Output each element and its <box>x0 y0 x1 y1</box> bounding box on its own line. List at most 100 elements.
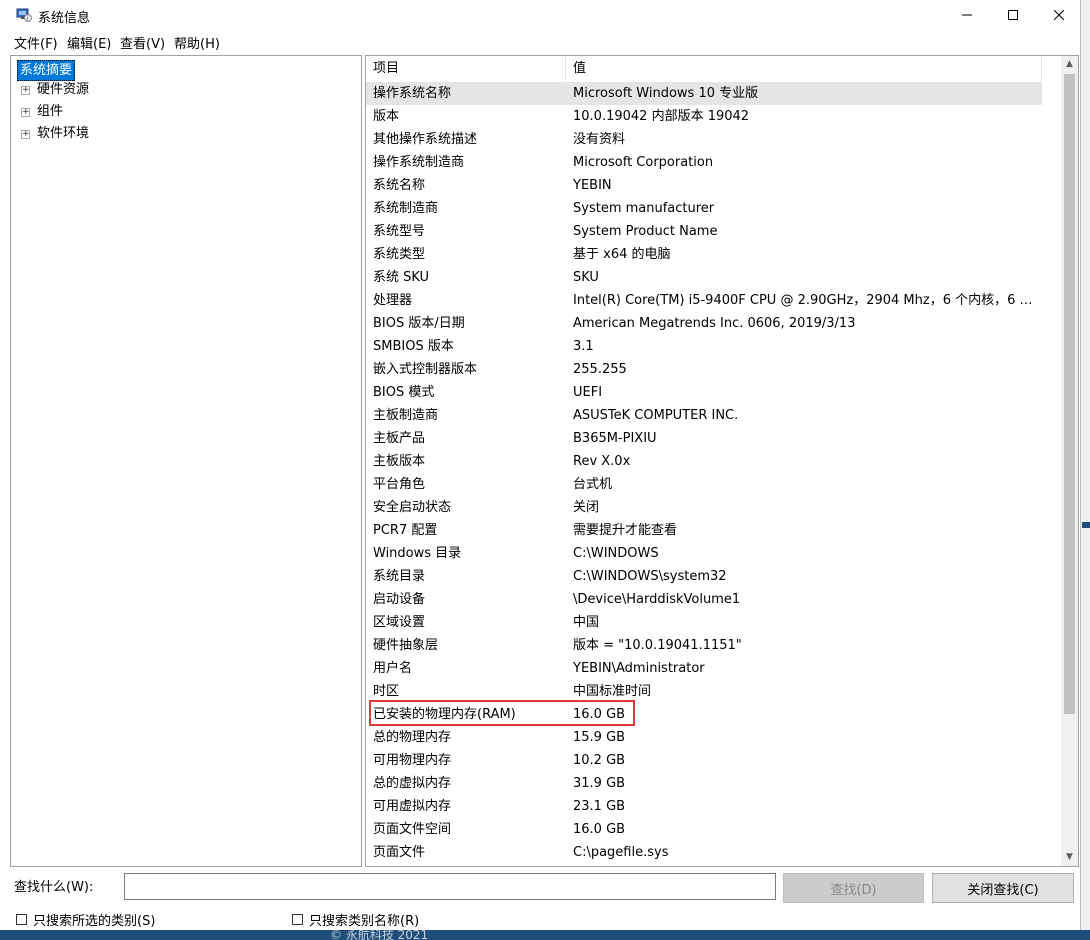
category-tree[interactable]: 系统摘要 + 硬件资源 + 组件 + 软件环境 <box>10 55 362 867</box>
table-row[interactable]: BIOS 版本/日期 American Megatrends Inc. 0606,… <box>366 312 1042 335</box>
scroll-down-icon[interactable]: ▼ <box>1061 849 1078 866</box>
row-item-value: C:\WINDOWS <box>573 546 659 561</box>
table-row[interactable]: 系统类型 基于 x64 的电脑 <box>366 243 1042 266</box>
table-row[interactable]: 嵌入式控制器版本 255.255 <box>366 358 1042 381</box>
watermark-text: © 永航科技 2021 <box>330 930 429 940</box>
row-item-value: 没有资料 <box>573 132 626 147</box>
table-row[interactable]: 处理器 Intel(R) Core(TM) i5-9400F CPU @ 2.90… <box>366 289 1042 312</box>
background-taskbar: © 永航科技 2021 <box>0 930 1090 940</box>
system-info-icon: i <box>16 8 32 23</box>
row-item-value: 关闭 <box>573 500 600 515</box>
table-row[interactable]: 页面文件空间 16.0 GB <box>366 818 1042 841</box>
row-item-value: 10.0.19042 内部版本 19042 <box>573 109 750 124</box>
row-item-value: 23.1 GB <box>573 799 626 814</box>
row-item-name: PCR7 配置 <box>373 523 438 538</box>
row-item-value: 16.0 GB <box>573 822 626 837</box>
find-label: 查找什么(W): <box>14 880 94 895</box>
menu-edit[interactable]: 编辑(E) <box>67 33 111 52</box>
row-item-name: 区域设置 <box>373 615 426 630</box>
row-item-value: C:\pagefile.sys <box>573 845 669 860</box>
menu-help[interactable]: 帮助(H) <box>174 33 220 52</box>
row-item-name: 系统 SKU <box>373 270 430 285</box>
title-bar: i 系统信息 <box>0 0 1080 30</box>
tree-item-label: 组件 <box>37 104 64 119</box>
column-header-value[interactable]: 值 <box>566 56 1042 82</box>
tree-item-label: 软件环境 <box>37 126 90 141</box>
minimize-button[interactable] <box>944 0 990 30</box>
menu-view[interactable]: 查看(V) <box>120 33 165 52</box>
checkbox-label: 只搜索类别名称(R) <box>309 914 420 929</box>
table-row[interactable]: 主板版本 Rev X.0x <box>366 450 1042 473</box>
scrollbar-thumb[interactable] <box>1064 74 1075 714</box>
find-button[interactable]: 查找(D) <box>783 873 924 903</box>
row-item-name: 其他操作系统描述 <box>373 132 478 147</box>
vertical-scrollbar[interactable]: ▲ ▼ <box>1061 56 1078 866</box>
row-item-name: 主板制造商 <box>373 408 439 423</box>
close-button[interactable] <box>1036 0 1082 30</box>
row-item-name: 操作系统制造商 <box>373 155 465 170</box>
row-item-value: Microsoft Windows 10 专业版 <box>573 86 759 101</box>
row-item-value: YEBIN <box>573 178 612 193</box>
details-table[interactable]: 项目 值 操作系统名称 Microsoft Windows 10 专业版 版本 10.… <box>365 55 1079 867</box>
search-category-names-checkbox[interactable]: 只搜索类别名称(R) <box>292 910 419 929</box>
row-item-name: 用户名 <box>373 661 413 676</box>
column-header-item[interactable]: 项目 <box>366 56 566 82</box>
table-row[interactable]: 可用虚拟内存 23.1 GB <box>366 795 1042 818</box>
row-item-value: 中国 <box>573 615 600 630</box>
row-item-name: 安全启动状态 <box>373 500 452 515</box>
table-row[interactable]: 主板制造商 ASUSTeK COMPUTER INC. <box>366 404 1042 427</box>
row-item-name: 硬件抽象层 <box>373 638 439 653</box>
row-item-name: 启动设备 <box>373 592 426 607</box>
table-row[interactable]: 启动设备 \Device\HarddiskVolume1 <box>366 588 1042 611</box>
table-row[interactable]: 系统目录 C:\WINDOWS\system32 <box>366 565 1042 588</box>
search-selected-category-checkbox[interactable]: 只搜索所选的类别(S) <box>16 910 155 929</box>
tree-item-system-summary[interactable]: 系统摘要 <box>17 60 76 81</box>
menu-bar: 文件(F) 编辑(E) 查看(V) 帮助(H) <box>0 30 1080 52</box>
table-row[interactable]: 用户名 YEBIN\Administrator <box>366 657 1042 680</box>
table-row[interactable]: 系统名称 YEBIN <box>366 174 1042 197</box>
table-row[interactable]: PCR7 配置 需要提升才能查看 <box>366 519 1042 542</box>
table-row[interactable]: 可用物理内存 10.2 GB <box>366 749 1042 772</box>
checkbox-icon[interactable] <box>16 914 27 925</box>
table-row[interactable]: Windows 目录 C:\WINDOWS <box>366 542 1042 565</box>
expand-icon[interactable]: + <box>21 108 30 117</box>
row-item-name: 主板版本 <box>373 454 426 469</box>
table-row[interactable]: 总的物理内存 15.9 GB <box>366 726 1042 749</box>
table-row[interactable]: SMBIOS 版本 3.1 <box>366 335 1042 358</box>
table-row[interactable]: 区域设置 中国 <box>366 611 1042 634</box>
row-item-name: SMBIOS 版本 <box>373 339 454 354</box>
table-row[interactable]: 主板产品 B365M-PIXIU <box>366 427 1042 450</box>
row-item-name: 系统制造商 <box>373 201 439 216</box>
row-item-name: 主板产品 <box>373 431 426 446</box>
table-row[interactable]: 硬件抽象层 版本 = "10.0.19041.1151" <box>366 634 1042 657</box>
table-row[interactable]: 版本 10.0.19042 内部版本 19042 <box>366 105 1042 128</box>
close-find-button[interactable]: 关闭查找(C) <box>932 873 1074 903</box>
scroll-up-icon[interactable]: ▲ <box>1061 56 1078 73</box>
menu-file[interactable]: 文件(F) <box>14 33 58 52</box>
minimize-icon <box>962 14 972 16</box>
table-row[interactable]: 操作系统制造商 Microsoft Corporation <box>366 151 1042 174</box>
row-item-value: 3.1 <box>573 339 594 354</box>
row-item-name: 总的虚拟内存 <box>373 776 452 791</box>
expand-icon[interactable]: + <box>21 86 30 95</box>
maximize-button[interactable] <box>990 0 1036 30</box>
row-item-value: Rev X.0x <box>573 454 631 469</box>
table-row[interactable]: 操作系统名称 Microsoft Windows 10 专业版 <box>366 82 1042 105</box>
row-item-value: ASUSTeK COMPUTER INC. <box>573 408 739 423</box>
table-row[interactable]: 总的虚拟内存 31.9 GB <box>366 772 1042 795</box>
table-row[interactable]: 平台角色 台式机 <box>366 473 1042 496</box>
table-row[interactable]: 系统型号 System Product Name <box>366 220 1042 243</box>
table-row[interactable]: 其他操作系统描述 没有资料 <box>366 128 1042 151</box>
ram-highlight-box <box>369 700 635 726</box>
expand-icon[interactable]: + <box>21 130 30 139</box>
table-row[interactable]: BIOS 模式 UEFI <box>366 381 1042 404</box>
row-item-name: 嵌入式控制器版本 <box>373 362 478 377</box>
row-item-value: \Device\HarddiskVolume1 <box>573 592 741 607</box>
find-input[interactable] <box>124 873 776 900</box>
table-row[interactable]: 安全启动状态 关闭 <box>366 496 1042 519</box>
table-row[interactable]: 系统制造商 System manufacturer <box>366 197 1042 220</box>
checkbox-icon[interactable] <box>292 914 303 925</box>
row-item-value: System manufacturer <box>573 201 715 216</box>
table-row[interactable]: 页面文件 C:\pagefile.sys <box>366 841 1042 864</box>
table-row[interactable]: 系统 SKU SKU <box>366 266 1042 289</box>
